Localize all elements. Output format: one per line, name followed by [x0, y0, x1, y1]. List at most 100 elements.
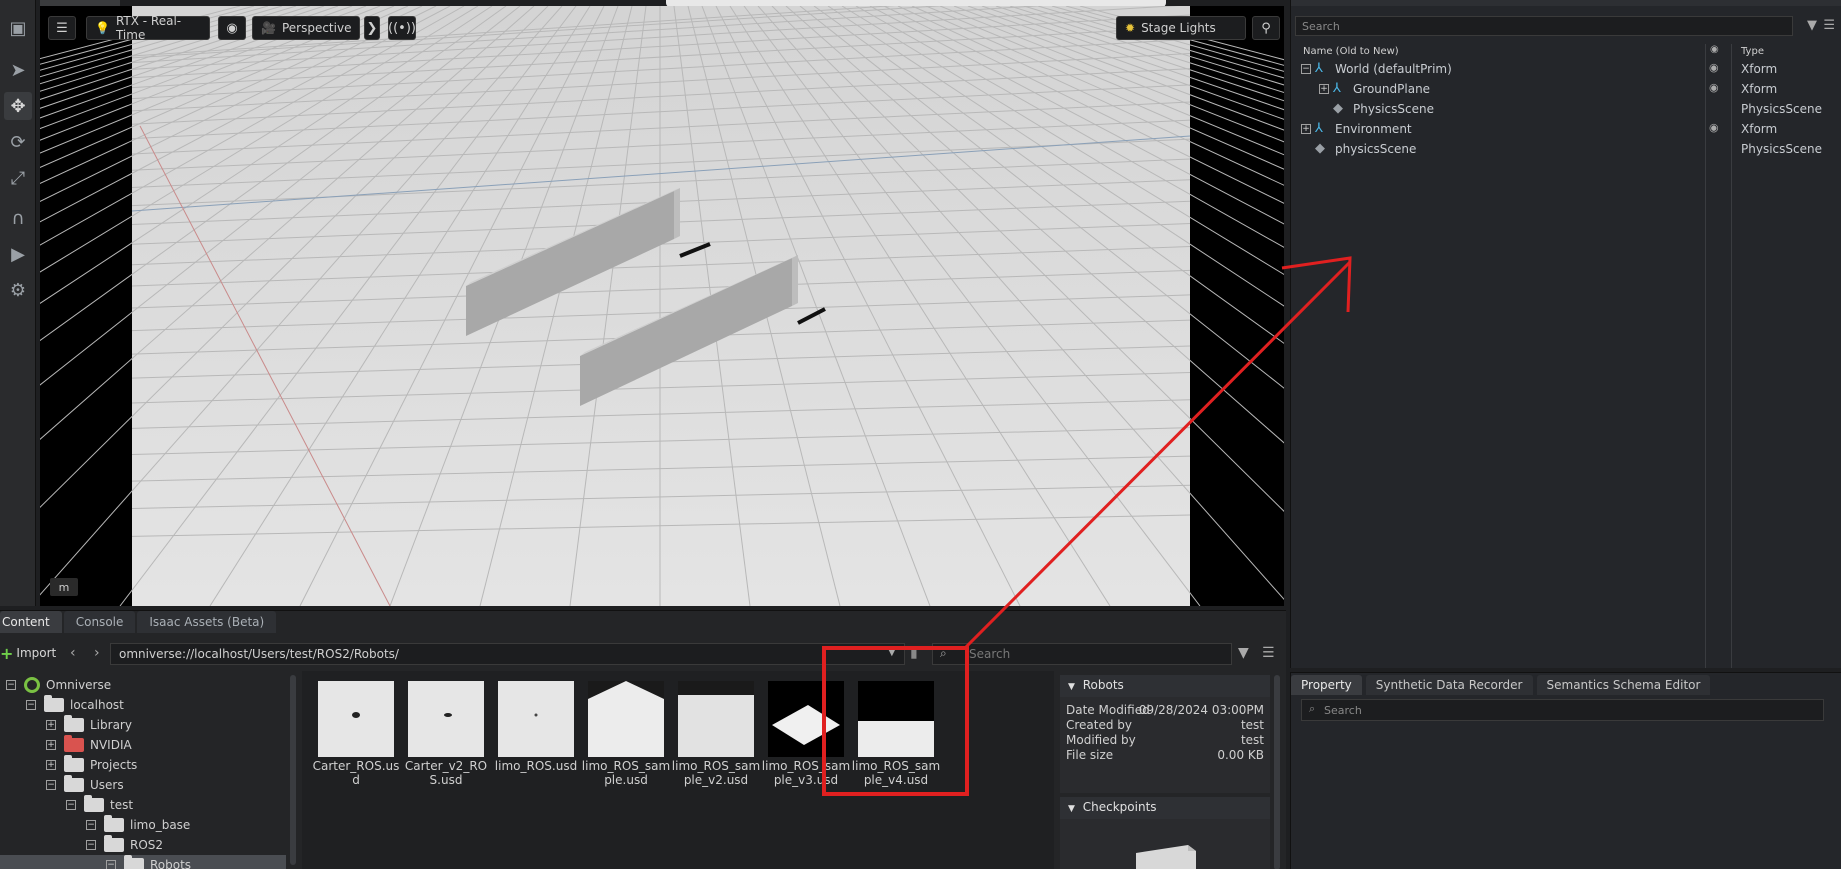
filter-icon[interactable]: ▼ [1238, 645, 1249, 661]
tab-content[interactable]: Content [0, 611, 62, 633]
collapse-icon[interactable]: − [46, 780, 56, 790]
file-label[interactable]: limo_ROS_sample.usd [581, 759, 671, 787]
details-scrollbar[interactable] [1274, 675, 1280, 869]
tree-item-projects[interactable]: + Projects [46, 755, 137, 775]
stage-row-world[interactable]: − ⅄ World (defaultPrim) ◉ Xform [1295, 60, 1838, 80]
back-arrow-icon[interactable]: ‹ [70, 645, 76, 661]
stage-lights-button[interactable]: ✹ Stage Lights [1116, 16, 1246, 40]
physics-scene-cube-icon: ◆ [1333, 101, 1343, 116]
tree-item-robots[interactable]: − Robots [0, 855, 286, 869]
collapse-icon[interactable]: − [106, 860, 116, 869]
file-thumbnail[interactable] [768, 681, 844, 757]
file-label[interactable]: limo_ROS.usd [491, 759, 581, 773]
folder-open-icon [124, 855, 144, 869]
camera-chevron-icon[interactable]: ❯ [364, 16, 380, 40]
collapse-icon[interactable]: − [66, 800, 76, 810]
create-cube-icon[interactable]: ▣ [4, 14, 32, 42]
omniverse-logo-icon [24, 677, 40, 693]
expand-icon[interactable]: + [1301, 124, 1311, 134]
file-thumbnail[interactable] [318, 681, 394, 757]
file-thumbnail[interactable] [408, 681, 484, 757]
viewport-settings-icon[interactable]: ☰ [48, 16, 76, 40]
tab-isaac-assets[interactable]: Isaac Assets (Beta) [137, 611, 277, 633]
stage-row-groundplane[interactable]: + ⅄ GroundPlane ◉ Xform [1295, 80, 1838, 100]
details-header[interactable]: ▼ Robots [1060, 675, 1270, 697]
file-label[interactable]: Carter_ROS.usd [311, 759, 401, 787]
tab-property[interactable]: Property [1291, 675, 1362, 695]
tree-item-omniverse[interactable]: − Omniverse [6, 675, 111, 695]
tree-item-nvidia[interactable]: + NVIDIA [46, 735, 132, 755]
visibility-eye-icon[interactable]: ◉ [1709, 61, 1719, 74]
select-tool-icon[interactable]: ➤ [4, 56, 32, 84]
detail-file-size: File size 0.00 KB [1066, 748, 1264, 762]
file-label[interactable]: limo_ROS_sample_v2.usd [671, 759, 761, 787]
tab-console[interactable]: Console [63, 611, 136, 633]
visibility-eye-icon[interactable]: ◉ [1709, 81, 1719, 94]
scene-thumbnail-icon [678, 681, 754, 757]
checkpoints-header[interactable]: ▼ Checkpoints [1060, 797, 1270, 819]
detail-modified-by: Modified by test [1066, 733, 1264, 747]
broadcast-icon[interactable]: ((•)) [388, 16, 416, 40]
column-name-header[interactable]: Name (Old to New) [1303, 46, 1399, 57]
menu-icon[interactable]: ☰ [1262, 645, 1275, 661]
tab-synthetic-data-recorder[interactable]: Synthetic Data Recorder [1365, 675, 1533, 695]
rotate-tool-icon[interactable]: ⟳ [4, 128, 32, 156]
file-label[interactable]: limo_ROS_sample_v3.usd [761, 759, 851, 787]
path-input[interactable]: omniverse://localhost/Users/test/ROS2/Ro… [110, 643, 905, 665]
stage-search-input[interactable]: Search [1295, 16, 1793, 36]
expand-icon[interactable]: + [46, 760, 56, 770]
renderer-button[interactable]: 💡 RTX - Real-Time [86, 14, 210, 42]
chevron-down-icon[interactable]: ▼ [888, 647, 896, 658]
tree-scrollbar[interactable] [290, 675, 296, 865]
file-thumbnail[interactable] [858, 681, 934, 757]
stage-row-physicsscene-lower[interactable]: ◆ physicsScene PhysicsScene [1295, 140, 1838, 160]
expand-icon[interactable]: + [46, 740, 56, 750]
physics-tools-icon[interactable]: ⚙ [4, 276, 32, 304]
folder-locked-icon [64, 735, 84, 752]
move-tool-icon[interactable]: ✥ [4, 92, 32, 120]
stage-filter-icon[interactable]: ▼ [1807, 18, 1817, 33]
expand-icon[interactable]: + [1319, 84, 1329, 94]
location-pin-icon[interactable]: ⚲ [1252, 16, 1280, 40]
property-search-input[interactable]: Search [1301, 699, 1824, 721]
tree-item-limo-base[interactable]: − limo_base [86, 815, 190, 835]
content-search-input[interactable]: Search [932, 643, 1232, 665]
file-thumbnail[interactable] [588, 681, 664, 757]
column-type-header[interactable]: Type [1741, 46, 1764, 57]
file-thumbnail[interactable] [498, 681, 574, 757]
tree-item-localhost[interactable]: − localhost [26, 695, 124, 715]
snap-magnet-icon[interactable]: ∩ [4, 204, 32, 232]
scale-tool-icon[interactable]: ⤢ [4, 164, 32, 192]
collapse-icon[interactable]: − [26, 700, 36, 710]
expand-icon[interactable]: + [46, 720, 56, 730]
visibility-eye-icon[interactable]: ◉ [218, 16, 246, 40]
file-label[interactable]: Carter_v2_ROS.usd [401, 759, 491, 787]
import-button[interactable]: + Import [0, 643, 56, 663]
stage-tabs[interactable] [1291, 0, 1841, 6]
folder-icon [64, 755, 84, 772]
stage-row-physicsscene[interactable]: ◆ PhysicsScene PhysicsScene [1295, 100, 1838, 120]
collapse-icon[interactable]: − [86, 840, 96, 850]
details-panel: ▼ Robots Date Modified 09/28/2024 03:00P… [1060, 675, 1280, 869]
play-icon[interactable]: ▶ [4, 240, 32, 268]
file-label[interactable]: limo_ROS_sample_v4.usd [851, 759, 941, 787]
tree-item-ros2[interactable]: − ROS2 [86, 835, 163, 855]
collapse-icon[interactable]: − [6, 680, 16, 690]
tree-item-users[interactable]: − Users [46, 775, 124, 795]
stage-row-environment[interactable]: + ⅄ Environment ◉ Xform [1295, 120, 1838, 140]
viewport[interactable]: ☰ 💡 RTX - Real-Time ◉ 🎥 Perspective ❯ ((… [40, 6, 1284, 606]
server-icon [44, 695, 64, 712]
collapse-icon[interactable]: − [86, 820, 96, 830]
bookmark-icon[interactable]: ▮ [910, 645, 918, 661]
stage-menu-icon[interactable]: ☰ [1823, 18, 1835, 33]
collapse-icon[interactable]: − [1301, 64, 1311, 74]
camera-button[interactable]: 🎥 Perspective [252, 16, 360, 40]
folder-icon [84, 795, 104, 812]
file-thumbnail[interactable] [678, 681, 754, 757]
content-toolbar: + Import ‹ › omniverse://localhost/Users… [0, 641, 1286, 667]
tree-item-library[interactable]: + Library [46, 715, 132, 735]
forward-arrow-icon[interactable]: › [94, 645, 100, 661]
visibility-eye-icon[interactable]: ◉ [1709, 121, 1719, 134]
tree-item-test[interactable]: − test [66, 795, 133, 815]
tab-semantics-schema-editor[interactable]: Semantics Schema Editor [1536, 675, 1711, 695]
